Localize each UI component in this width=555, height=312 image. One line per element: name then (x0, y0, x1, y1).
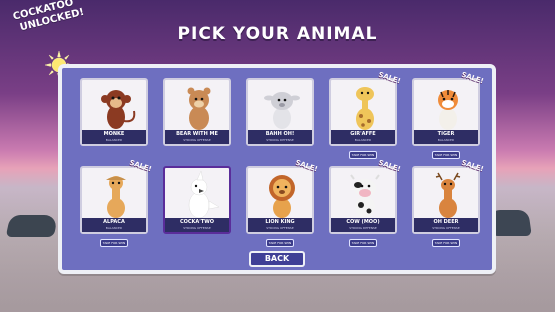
animal-card-cockatoo[interactable]: COCKA'TWO STRONG OFFENSE (163, 166, 231, 234)
animal-trait: BALANCED (105, 226, 123, 230)
rock-left (5, 215, 59, 237)
sheep-icon (264, 92, 300, 129)
animal-name: MONKE (103, 131, 125, 137)
animal-card-cow[interactable]: SALE! COW (MOO) STRONG DEFENSE (329, 159, 402, 234)
animal-name: OH DEER (433, 219, 459, 225)
card-label: GIR'AFFE BALANCED (331, 130, 395, 144)
animal-card-bear[interactable]: BEAR WITH ME STRONG OFFENSE (163, 78, 231, 146)
tiger-icon (438, 90, 458, 130)
animal-trait: STRONG OFFENSE (183, 138, 211, 142)
animal-name: LION KING (265, 219, 295, 225)
animal-trait: BALANCED (437, 138, 455, 142)
animal-trait: STRONG OFFENSE (432, 226, 460, 230)
card-label: ALPACA BALANCED (82, 218, 146, 232)
tryout-button-deer[interactable]: TAKE FOR SPIN (432, 239, 460, 247)
animal-select-panel: MONKE BALANCED BEAR WITH ME STRONG OFFEN… (58, 64, 496, 274)
monkey-icon (101, 90, 136, 129)
animal-name: GIR'AFFE (350, 131, 376, 137)
card-label: TIGER BALANCED (414, 130, 478, 144)
bear-icon (187, 87, 211, 130)
page-title: PICK YOUR ANIMAL (177, 24, 378, 44)
animal-name: COCKA'TWO (179, 219, 215, 225)
card-label: OH DEER STRONG OFFENSE (414, 218, 478, 232)
giraffe-icon (356, 87, 374, 130)
animal-card-monke[interactable]: MONKE BALANCED (80, 78, 148, 146)
animal-trait: STRONG OFFENSE (183, 226, 211, 230)
animal-trait: BALANCED (354, 138, 372, 142)
alpaca-icon (106, 176, 126, 218)
back-button[interactable]: BACK (249, 251, 305, 267)
animal-trait: STRONG OFFENSE (266, 226, 294, 230)
lion-icon (269, 175, 295, 218)
animal-trait: STRONG DEFENSE (349, 226, 377, 230)
animal-card-sheep[interactable]: BAHH OH! STRONG DEFENSE (246, 78, 314, 146)
tryout-button-alpaca[interactable]: TAKE FOR SPIN (100, 239, 128, 247)
animal-name: COW (MOO) (346, 219, 380, 225)
animal-name: BEAR WITH ME (176, 131, 218, 137)
animal-card-tiger[interactable]: SALE! TIGER BALANCED (412, 71, 485, 146)
animal-card-deer[interactable]: SALE! OH DEER STRONG OFFENSE (412, 159, 485, 234)
tryout-button-tiger[interactable]: TAKE FOR SPIN (432, 151, 460, 159)
cockatoo-icon (188, 171, 220, 219)
card-label: BEAR WITH ME STRONG OFFENSE (165, 130, 229, 144)
animal-name: TIGER (437, 131, 455, 137)
tryout-button-giraffe[interactable]: TAKE FOR SPIN (349, 151, 377, 159)
card-label: COW (MOO) STRONG DEFENSE (331, 218, 395, 232)
tryout-button-cow[interactable]: TAKE FOR SPIN (349, 239, 377, 247)
cow-icon (350, 174, 380, 218)
card-label: MONKE BALANCED (82, 130, 146, 144)
animal-card-lion[interactable]: SALE! LION KING STRONG OFFENSE (246, 159, 319, 234)
card-label: BAHH OH! STRONG DEFENSE (248, 130, 312, 144)
animal-card-giraffe[interactable]: SALE! GIR'AFFE BALANCED (329, 71, 402, 146)
deer-icon (435, 172, 461, 218)
tryout-button-lion[interactable]: TAKE FOR SPIN (266, 239, 294, 247)
animal-name: BAHH OH! (265, 131, 295, 137)
animal-trait: BALANCED (105, 138, 123, 142)
animal-trait: STRONG DEFENSE (266, 138, 294, 142)
card-label: LION KING STRONG OFFENSE (248, 218, 312, 232)
animal-name: ALPACA (103, 219, 125, 225)
animal-card-alpaca[interactable]: SALE! ALPACA BALANCED (80, 159, 153, 234)
card-label: COCKA'TWO STRONG OFFENSE (165, 218, 229, 232)
